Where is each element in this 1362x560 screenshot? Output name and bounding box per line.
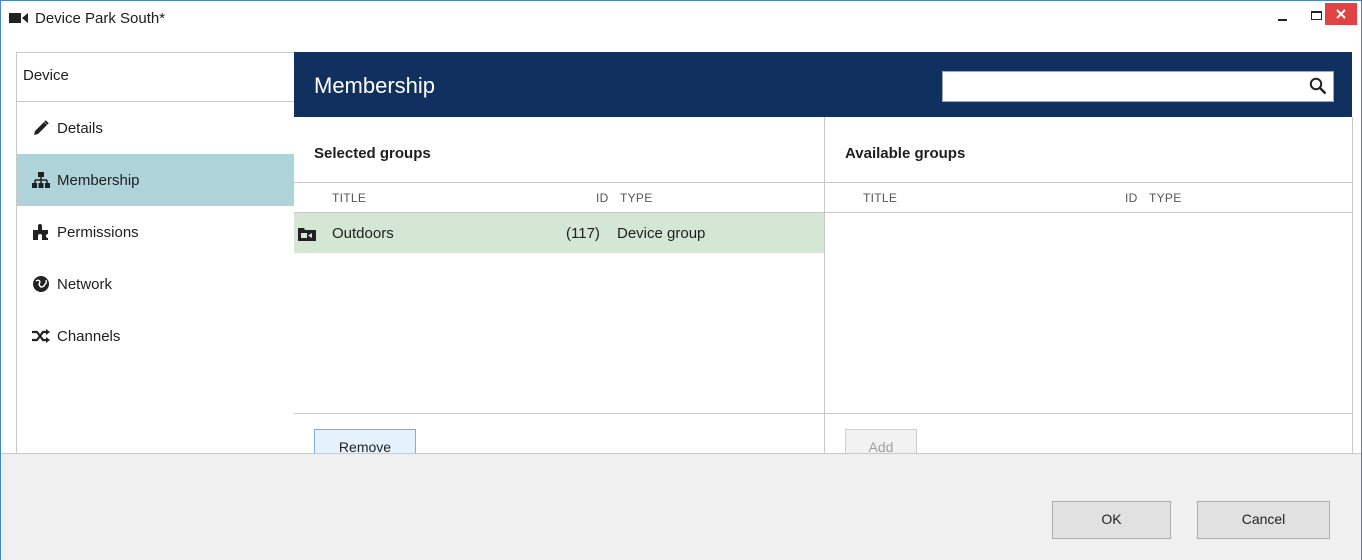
pencil-icon xyxy=(31,119,51,137)
available-groups-title: Available groups xyxy=(845,145,966,162)
page-title: Membership xyxy=(314,73,436,98)
dialog-footer: OK Cancel xyxy=(1,453,1361,560)
maximize-icon xyxy=(1310,10,1322,20)
device-window: Device Park South* Device Details Member… xyxy=(0,0,1362,560)
available-groups-footer: Add xyxy=(825,413,1352,467)
shuffle-icon xyxy=(31,327,51,345)
minimize-icon xyxy=(1277,19,1287,21)
sidebar: Device Details Membership Permissions Ne… xyxy=(16,52,295,454)
column-type-header[interactable]: TYPE xyxy=(620,191,653,205)
cancel-button[interactable]: Cancel xyxy=(1197,501,1330,539)
window-title: Device Park South* xyxy=(35,10,166,27)
puzzle-icon xyxy=(31,223,51,241)
search-input[interactable] xyxy=(943,72,1309,99)
row-type: Device group xyxy=(617,225,706,242)
available-groups-list[interactable] xyxy=(825,213,1352,413)
column-id-header[interactable]: ID xyxy=(596,191,609,205)
column-type-header[interactable]: TYPE xyxy=(1149,191,1182,205)
row-title: Outdoors xyxy=(332,225,394,242)
sidebar-item-channels[interactable]: Channels xyxy=(17,310,294,362)
sidebar-item-label: Permissions xyxy=(57,223,139,241)
sidebar-item-label: Membership xyxy=(57,171,140,189)
globe-icon xyxy=(31,275,51,293)
ok-button[interactable]: OK xyxy=(1052,501,1171,539)
column-title-header[interactable]: TITLE xyxy=(863,191,897,205)
selected-groups-panel: Selected groups TITLE ID TYPE Outdoors (… xyxy=(294,117,825,467)
title-bar[interactable]: Device Park South* xyxy=(1,1,1361,35)
video-camera-icon xyxy=(9,13,28,23)
sidebar-item-permissions[interactable]: Permissions xyxy=(17,206,294,258)
search-icon[interactable] xyxy=(1309,77,1327,95)
sidebar-item-network[interactable]: Network xyxy=(17,258,294,310)
table-row[interactable]: Outdoors (117) Device group xyxy=(294,213,824,253)
selected-groups-column-header: TITLE ID TYPE xyxy=(294,182,824,213)
section-header: Membership xyxy=(294,52,1352,117)
camera-folder-icon xyxy=(298,228,316,241)
close-button[interactable] xyxy=(1325,3,1357,25)
column-title-header[interactable]: TITLE xyxy=(332,191,366,205)
selected-groups-title: Selected groups xyxy=(314,145,431,162)
available-groups-panel: Available groups TITLE ID TYPE Add xyxy=(825,117,1353,467)
sidebar-item-label: Channels xyxy=(57,327,121,345)
search-box[interactable] xyxy=(942,71,1334,102)
row-id: (117) xyxy=(566,225,600,242)
sidebar-item-label: Details xyxy=(57,119,103,137)
selected-groups-list[interactable]: Outdoors (117) Device group xyxy=(294,213,824,413)
available-groups-column-header: TITLE ID TYPE xyxy=(825,182,1352,213)
hierarchy-icon xyxy=(31,171,51,189)
selected-groups-footer: Remove xyxy=(294,413,824,467)
sidebar-header: Device xyxy=(17,53,294,102)
sidebar-item-details[interactable]: Details xyxy=(17,102,294,154)
sidebar-item-label: Network xyxy=(57,275,113,293)
close-icon xyxy=(1336,9,1346,19)
minimize-button[interactable] xyxy=(1265,1,1299,29)
column-id-header[interactable]: ID xyxy=(1125,191,1138,205)
sidebar-item-membership[interactable]: Membership xyxy=(17,154,294,206)
